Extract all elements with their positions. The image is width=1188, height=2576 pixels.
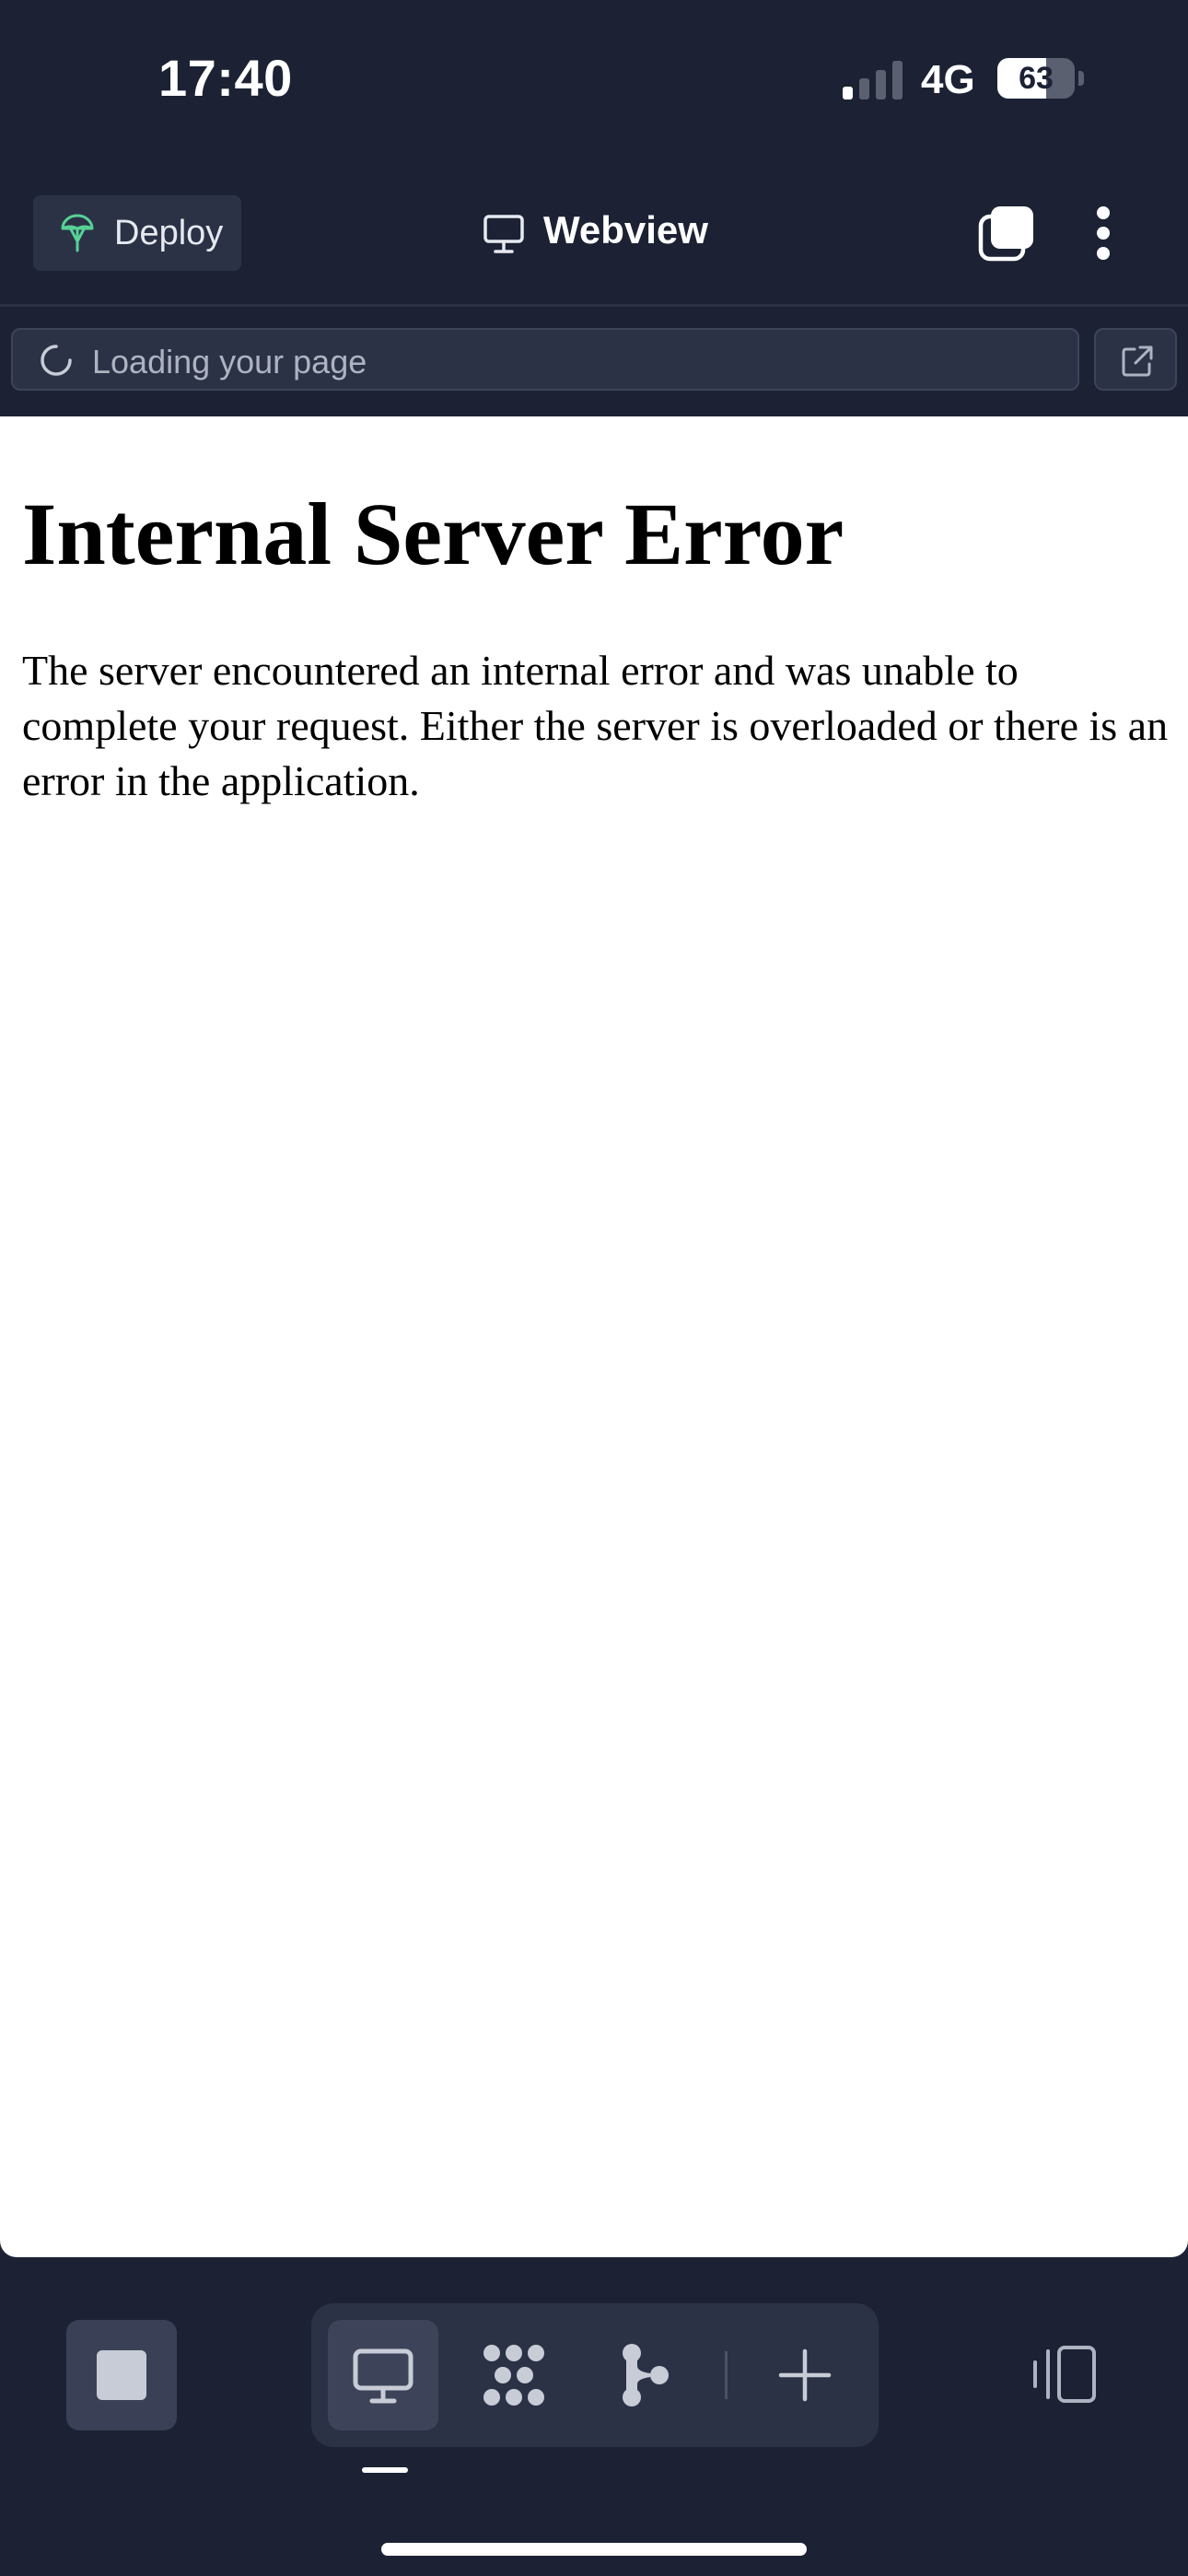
- more-vertical-icon[interactable]: [1092, 205, 1116, 262]
- parachute-icon: [61, 214, 94, 252]
- open-external-button[interactable]: [1094, 328, 1177, 391]
- deploy-label: Deploy: [114, 214, 224, 252]
- home-indicator: [381, 2543, 807, 2556]
- monitor-icon: [483, 215, 524, 253]
- dock-add-tab[interactable]: [750, 2320, 860, 2430]
- status-time: 17:40: [158, 49, 293, 107]
- status-bar: 17:40 4G 63: [0, 0, 1188, 166]
- dock-webview-tab[interactable]: [328, 2320, 438, 2430]
- dock-git-tab[interactable]: [589, 2320, 700, 2430]
- stop-button[interactable]: [66, 2320, 177, 2430]
- webview-content: Internal Server Error The server encount…: [0, 416, 1188, 2257]
- network-type: 4G: [921, 57, 975, 102]
- signal-icon: [843, 61, 903, 100]
- side-panel-icon[interactable]: [1031, 2344, 1098, 2405]
- deploy-button[interactable]: Deploy: [33, 195, 241, 271]
- spinner-icon: [41, 345, 72, 376]
- error-message: The server encountered an internal error…: [22, 647, 1169, 804]
- external-link-icon: [1122, 345, 1153, 377]
- address-text: Loading your page: [92, 343, 367, 381]
- page-title: Webview: [543, 208, 708, 252]
- error-heading: Internal Server Error: [22, 485, 844, 583]
- address-bar[interactable]: Loading your page: [11, 328, 1079, 391]
- plus-icon: [778, 2348, 832, 2402]
- monitor-icon: [353, 2348, 413, 2404]
- tabs-icon[interactable]: [978, 205, 1035, 262]
- dock-apps-tab[interactable]: [459, 2320, 569, 2430]
- dots-grid-icon: [483, 2345, 544, 2406]
- toolbar-divider: [0, 304, 1188, 307]
- stop-icon: [97, 2350, 146, 2400]
- git-branch-icon: [623, 2344, 669, 2406]
- active-tab-indicator: [362, 2467, 408, 2473]
- battery-percent: 63: [1019, 61, 1054, 96]
- battery-icon: 63: [997, 58, 1084, 99]
- bottom-dock: [311, 2303, 879, 2447]
- dock-separator: [725, 2351, 728, 2399]
